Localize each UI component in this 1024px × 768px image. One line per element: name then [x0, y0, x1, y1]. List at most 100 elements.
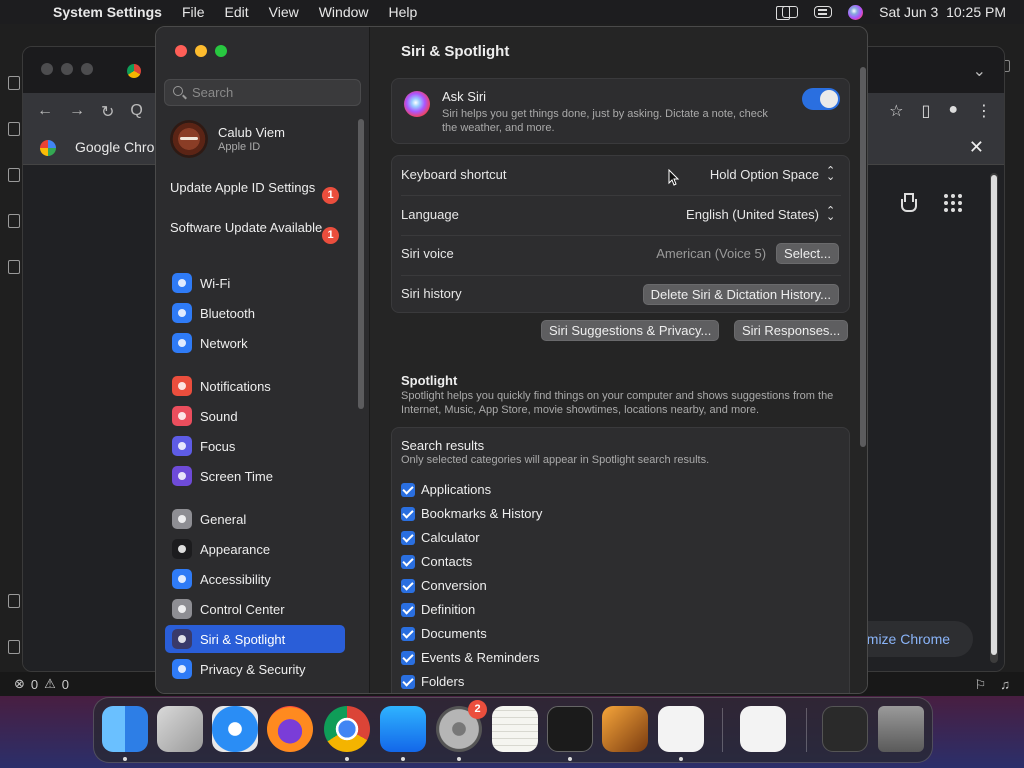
account-icon[interactable] — [8, 594, 20, 608]
error-count[interactable]: 0 — [31, 677, 38, 692]
sidebar-item-accessibility[interactable]: Accessibility — [165, 565, 345, 593]
menu-view[interactable]: View — [269, 4, 299, 20]
siri-history-label: Siri history — [401, 286, 462, 301]
select-voice-button[interactable]: Select... — [776, 243, 839, 264]
menu-window[interactable]: Window — [319, 4, 369, 20]
apple-id-profile[interactable]: Calub Viem Apple ID — [170, 120, 285, 158]
sidebar-item-bluetooth[interactable]: Bluetooth — [165, 299, 345, 327]
sidebar-item-privacy-security[interactable]: Privacy & Security — [165, 655, 345, 683]
chrome-close-button[interactable] — [41, 63, 53, 75]
menu-help[interactable]: Help — [389, 4, 418, 20]
textedit-icon[interactable] — [492, 706, 538, 752]
chrome-minimize-button[interactable] — [61, 63, 73, 75]
back-icon[interactable]: ← — [37, 102, 53, 122]
checkbox-folders[interactable]: Folders — [401, 674, 464, 689]
minimize-button[interactable] — [195, 45, 207, 57]
menu-edit[interactable]: Edit — [225, 4, 249, 20]
manage-icon[interactable] — [8, 640, 20, 654]
siri-icon[interactable] — [848, 4, 864, 20]
keyboard-shortcut-select[interactable]: Hold Option Space — [710, 164, 835, 183]
omnibox-search-icon[interactable]: Q — [130, 102, 142, 122]
running-indicator — [568, 757, 572, 761]
sidebar-scrollbar[interactable] — [358, 119, 364, 409]
language-select[interactable]: English (United States) — [686, 204, 835, 223]
notice-update-apple-id[interactable]: Update Apple ID Settings — [170, 180, 330, 196]
vscode-icon[interactable] — [658, 706, 704, 752]
notification-badge: 1 — [322, 227, 339, 244]
sidebar-item-focus[interactable]: Focus — [165, 432, 345, 460]
content-scrollbar[interactable] — [860, 67, 866, 447]
labs-icon[interactable] — [898, 193, 917, 212]
side-panel-icon[interactable]: ▯ — [922, 101, 931, 121]
sidebar-item-sound[interactable]: Sound — [165, 402, 345, 430]
sidebar-item-notifications[interactable]: Notifications — [165, 372, 345, 400]
sidebar-item-general[interactable]: General — [165, 505, 345, 533]
chrome-icon[interactable] — [324, 706, 370, 752]
error-icon[interactable]: ⊗ — [14, 676, 25, 692]
checkbox-documents[interactable]: Documents — [401, 626, 487, 641]
search-input[interactable]: Search — [164, 79, 361, 106]
app-store-icon[interactable] — [380, 706, 426, 752]
source-control-icon[interactable] — [8, 168, 20, 182]
checkbox-bookmarks-history[interactable]: Bookmarks & History — [401, 506, 542, 521]
reload-icon[interactable]: ↻ — [101, 102, 114, 122]
running-indicator — [457, 757, 461, 761]
sidebar-item-network[interactable]: Network — [165, 329, 345, 357]
chevron-down-icon[interactable]: ⌄ — [973, 61, 986, 81]
trash-icon[interactable] — [878, 706, 924, 752]
extensions-icon[interactable] — [8, 260, 20, 274]
checkmark-icon — [401, 530, 415, 545]
garageband-icon[interactable] — [602, 706, 648, 752]
profile-icon[interactable]: ● — [948, 101, 958, 121]
safari-icon[interactable] — [212, 706, 258, 752]
checkbox-label: Documents — [421, 626, 487, 641]
chrome-zoom-button[interactable] — [81, 63, 93, 75]
delete-history-button[interactable]: Delete Siri & Dictation History... — [642, 284, 839, 305]
sidebar-item-control-center[interactable]: Control Center — [165, 595, 345, 623]
notice-software-update[interactable]: Software Update Available — [170, 220, 330, 236]
explorer-icon[interactable] — [8, 76, 20, 90]
sidebar-item-label: General — [200, 511, 247, 527]
chrome-tab-icon[interactable] — [127, 64, 141, 78]
zoom-button[interactable] — [215, 45, 227, 57]
menu-app-name[interactable]: System Settings — [53, 4, 162, 20]
menu-file[interactable]: File — [182, 4, 205, 20]
checkbox-conversion[interactable]: Conversion — [401, 578, 487, 593]
control-center-icon[interactable] — [814, 6, 833, 18]
bookmark-star-icon[interactable]: ☆ — [889, 101, 903, 121]
close-icon[interactable]: ✕ — [969, 137, 984, 158]
window-icon[interactable] — [776, 6, 799, 20]
checkbox-contacts[interactable]: Contacts — [401, 554, 472, 569]
sidebar-item-screen-time[interactable]: Screen Time — [165, 462, 345, 490]
warning-icon[interactable]: ⚠ — [44, 676, 56, 692]
checkbox-definition[interactable]: Definition — [401, 602, 475, 617]
close-button[interactable] — [175, 45, 187, 57]
visual-studio-icon[interactable] — [740, 706, 786, 752]
sidebar-item-siri-spotlight[interactable]: Siri & Spotlight — [165, 625, 345, 653]
feedback-icon[interactable]: ⚐ — [975, 677, 987, 693]
apps-grid-icon[interactable] — [944, 194, 962, 212]
ask-siri-toggle[interactable] — [802, 88, 840, 110]
forward-icon[interactable]: → — [69, 102, 85, 122]
terminal-icon[interactable] — [547, 706, 593, 752]
warning-count[interactable]: 0 — [62, 677, 69, 692]
checkbox-calculator[interactable]: Calculator — [401, 530, 480, 545]
finder-icon[interactable] — [102, 706, 148, 752]
siri-responses-button[interactable]: Siri Responses... — [734, 320, 849, 341]
chrome-scrollbar[interactable] — [990, 173, 998, 663]
launchpad-icon[interactable] — [157, 706, 203, 752]
bell-icon[interactable]: ♫ — [1000, 677, 1010, 693]
firefox-icon[interactable] — [267, 706, 313, 752]
checkbox-applications[interactable]: Applications — [401, 482, 491, 497]
debug-icon[interactable] — [8, 214, 20, 228]
language-value: English (United States) — [686, 207, 819, 222]
sidebar-item-appearance[interactable]: Appearance — [165, 535, 345, 563]
siri-suggestions-privacy-button[interactable]: Siri Suggestions & Privacy... — [541, 320, 720, 341]
preview-window-icon[interactable] — [822, 706, 868, 752]
checkbox-events-reminders[interactable]: Events & Reminders — [401, 650, 540, 665]
more-menu-icon[interactable]: ⋮ — [976, 101, 992, 121]
menu-bar-clock[interactable]: Sat Jun 3 10:25 PM — [879, 4, 1006, 20]
search-icon[interactable] — [8, 122, 20, 136]
sidebar-item-wifi[interactable]: Wi-Fi — [165, 269, 345, 297]
spotlight-title: Spotlight — [401, 373, 458, 388]
